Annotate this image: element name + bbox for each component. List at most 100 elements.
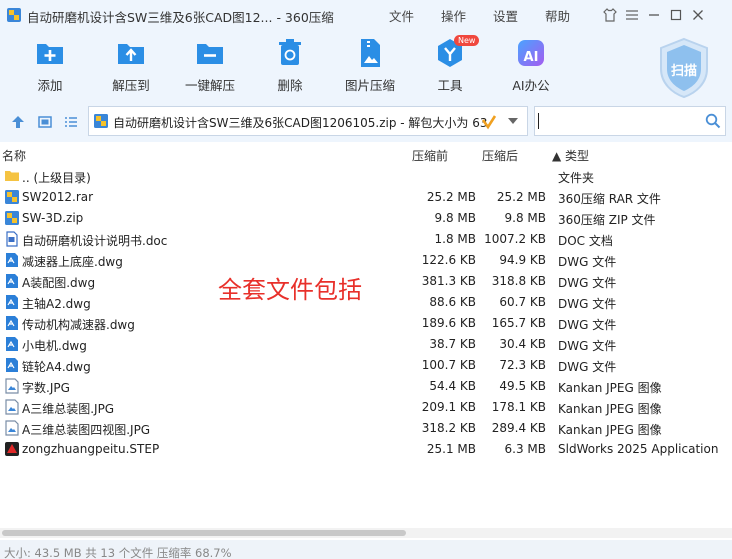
extract-to-label: 解压到 (112, 78, 150, 93)
status-text: 大小: 43.5 MB 共 13 个文件 压缩率 68.7% (4, 546, 232, 559)
overlay-caption: 全套文件包括 (218, 276, 362, 304)
file-size: 1.8 MB (434, 232, 476, 246)
address-bar[interactable]: 自动研磨机设计含SW三维及6张CAD图1206105.zip - 解包大小为 6… (88, 106, 528, 136)
dwg-file-icon (4, 315, 20, 331)
column-header: 名称 压缩前 压缩后 ▲ 类型 (0, 142, 732, 164)
one-click-extract-button[interactable]: 一键解压 (174, 36, 246, 94)
file-type: SldWorks 2025 Application (558, 442, 719, 456)
window-title: 自动研磨机设计含SW三维及6张CAD图12... - 360压缩 (27, 10, 334, 25)
tools-button[interactable]: New 工具 (414, 35, 486, 94)
menu-more-button[interactable] (622, 5, 642, 25)
file-packed-size: 49.5 KB (499, 379, 546, 393)
up-arrow-icon[interactable] (10, 114, 26, 130)
list-view-icon[interactable] (63, 114, 79, 130)
dwg-file-icon (4, 273, 20, 289)
extract-to-button[interactable]: 解压到 (95, 36, 167, 94)
doc-file-icon (4, 231, 20, 247)
ai-office-button[interactable]: AI AI办公 (495, 36, 567, 94)
file-row[interactable]: zongzhuangpeitu.STEP 25.1 MB 6.3 MB SldWork… (0, 438, 732, 459)
file-size: 25.2 MB (426, 190, 476, 204)
file-list: .. (上级目录) 文件夹 SW2012.rar 25.2 MB 25.2 MB 360压… (0, 165, 732, 459)
file-name: 减速器上底座.dwg (22, 255, 123, 269)
archive-file-icon (4, 189, 20, 205)
file-size: 209.1 KB (421, 400, 476, 414)
delete-label: 删除 (277, 78, 303, 93)
image-compress-button[interactable]: 图片压缩 (334, 36, 406, 94)
file-type: DOC 文档 (558, 234, 613, 248)
minimize-icon (649, 14, 659, 16)
file-type: Kankan JPEG 图像 (558, 402, 662, 416)
file-packed-size: 25.2 MB (496, 190, 546, 204)
file-name: zongzhuangpeitu.STEP (22, 442, 160, 456)
file-row[interactable]: A三维总装图.JPG 209.1 KB 178.1 KB Kankan JPEG 图像 (0, 396, 732, 417)
scan-button[interactable]: 扫描 (654, 35, 714, 101)
image-compress-label: 图片压缩 (344, 78, 395, 93)
maximize-button[interactable] (666, 5, 686, 25)
column-packed[interactable]: 压缩前 (412, 147, 448, 164)
file-type: 文件夹 (558, 171, 595, 185)
file-packed-size: 94.9 KB (499, 253, 546, 267)
file-name: 主轴A2.dwg (22, 297, 91, 311)
jpg-file-icon (4, 420, 20, 436)
file-row[interactable]: .. (上级目录) 文件夹 (0, 165, 732, 186)
horizontal-scrollbar[interactable] (0, 528, 732, 538)
column-unpacked[interactable]: 压缩后 (482, 147, 518, 164)
search-box[interactable] (534, 106, 726, 136)
file-name: 传动机构减速器.dwg (22, 318, 135, 332)
file-row[interactable]: A装配图.dwg 381.3 KB 318.8 KB DWG 文件 (0, 270, 732, 291)
jpg-file-icon (4, 378, 20, 394)
extract-to-icon (118, 44, 144, 64)
add-icon (37, 44, 63, 64)
file-row[interactable]: 链轮A4.dwg 100.7 KB 72.3 KB DWG 文件 (0, 354, 732, 375)
close-icon (693, 10, 703, 20)
scan-label: 扫描 (670, 64, 697, 79)
file-row[interactable]: A三维总装图四视图.JPG 318.2 KB 289.4 KB Kankan JPEG… (0, 417, 732, 438)
file-type: DWG 文件 (558, 297, 617, 311)
address-path: 自动研磨机设计含SW三维及6张CAD图1206105.zip - 解包大小为 6… (113, 116, 488, 130)
file-row[interactable]: 字数.JPG 54.4 KB 49.5 KB Kankan JPEG 图像 (0, 375, 732, 396)
file-row[interactable]: 主轴A2.dwg 88.6 KB 60.7 KB DWG 文件 (0, 291, 732, 312)
file-row[interactable]: 小电机.dwg 38.7 KB 30.4 KB DWG 文件 (0, 333, 732, 354)
file-packed-size: 289.4 KB (491, 421, 546, 435)
archive-file-icon (4, 210, 20, 226)
file-type: DWG 文件 (558, 318, 617, 332)
minimize-button[interactable] (644, 5, 664, 25)
tools-label: 工具 (437, 78, 463, 93)
thumbnail-view-icon[interactable] (37, 114, 53, 130)
search-cursor (538, 113, 539, 129)
column-type[interactable]: ▲ 类型 (552, 147, 589, 164)
menu-help[interactable]: 帮助 (545, 6, 570, 25)
file-row[interactable]: 传动机构减速器.dwg 189.6 KB 165.7 KB DWG 文件 (0, 312, 732, 333)
add-button[interactable]: 添加 (14, 36, 86, 94)
delete-button[interactable]: 删除 (254, 36, 326, 94)
shirt-icon (603, 8, 617, 22)
file-packed-size: 165.7 KB (491, 316, 546, 330)
skin-button[interactable] (600, 5, 620, 25)
file-name: SW-3D.zip (22, 211, 84, 225)
chevron-down-icon[interactable] (507, 116, 519, 126)
file-name: 链轮A4.dwg (22, 360, 91, 374)
address-row: 自动研磨机设计含SW三维及6张CAD图1206105.zip - 解包大小为 6… (0, 102, 732, 142)
menu-settings[interactable]: 设置 (493, 6, 518, 25)
file-row[interactable]: SW-3D.zip 9.8 MB 9.8 MB 360压缩 ZIP 文件 (0, 207, 732, 228)
menu-file[interactable]: 文件 (389, 6, 414, 25)
file-type: DWG 文件 (558, 276, 617, 290)
file-name: A三维总装图四视图.JPG (22, 423, 151, 437)
scrollbar-thumb[interactable] (2, 530, 406, 536)
file-row[interactable]: 自动研磨机设计说明书.doc 1.8 MB 1007.2 KB DOC 文档 (0, 228, 732, 249)
file-type: DWG 文件 (558, 360, 617, 374)
close-button[interactable] (688, 5, 708, 25)
file-size: 9.8 MB (434, 211, 476, 225)
file-name: 小电机.dwg (22, 339, 87, 353)
file-row[interactable]: SW2012.rar 25.2 MB 25.2 MB 360压缩 RAR 文件 (0, 186, 732, 207)
menu-operation[interactable]: 操作 (441, 6, 466, 25)
file-size: 54.4 KB (429, 379, 476, 393)
file-row[interactable]: 减速器上底座.dwg 122.6 KB 94.9 KB DWG 文件 (0, 249, 732, 270)
title-bar: 自动研磨机设计含SW三维及6张CAD图12... - 360压缩 文件 操作 设… (0, 0, 732, 30)
file-packed-size: 318.8 KB (491, 274, 546, 288)
column-name[interactable]: 名称 (2, 147, 26, 164)
dwg-file-icon (4, 252, 20, 268)
search-icon[interactable] (705, 113, 721, 129)
file-name: 字数.JPG (22, 381, 70, 395)
file-type: 360压缩 RAR 文件 (558, 192, 661, 206)
